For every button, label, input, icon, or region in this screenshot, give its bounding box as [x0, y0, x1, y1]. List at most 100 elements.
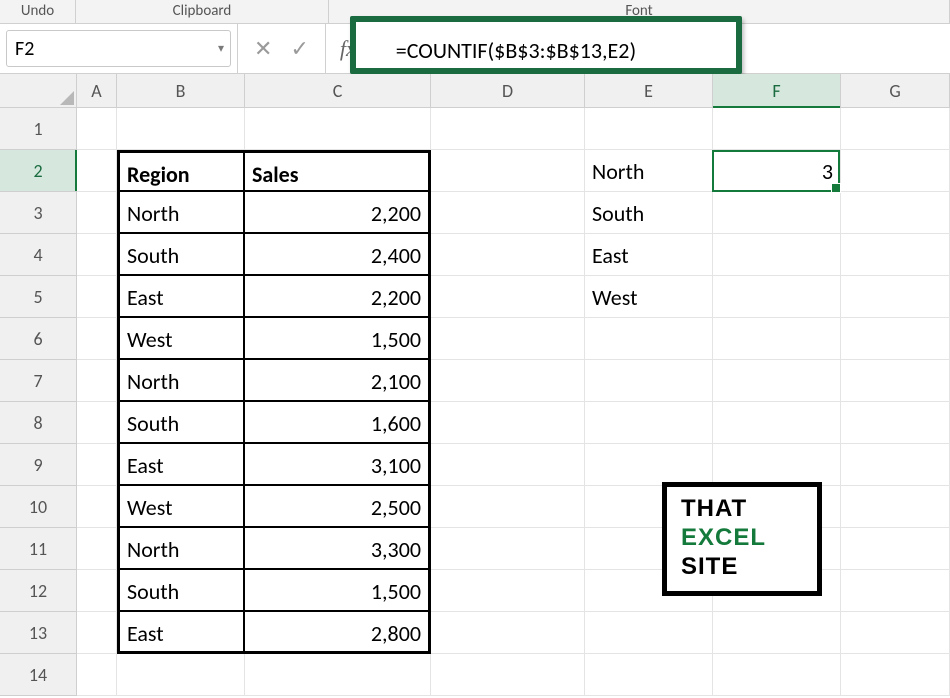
cell-d4[interactable]	[431, 234, 585, 276]
cell-g8[interactable]	[841, 402, 950, 444]
cell-c1[interactable]	[245, 108, 431, 150]
row-header-4[interactable]: 4	[0, 234, 77, 276]
cell-a12[interactable]	[77, 570, 117, 612]
cell-f7[interactable]	[713, 360, 841, 402]
row-header-14[interactable]: 14	[0, 654, 77, 696]
cell-g12[interactable]	[841, 570, 950, 612]
fx-icon[interactable]: fx	[326, 24, 366, 73]
row-header-2[interactable]: 2	[0, 150, 77, 192]
col-header-b[interactable]: B	[117, 74, 245, 107]
cell-g7[interactable]	[841, 360, 950, 402]
row-header-1[interactable]: 1	[0, 108, 77, 150]
cell-f9[interactable]	[713, 444, 841, 486]
col-header-a[interactable]: A	[77, 74, 117, 107]
cell-a13[interactable]	[77, 612, 117, 654]
cell-e3[interactable]: South	[585, 192, 713, 234]
row-header-13[interactable]: 13	[0, 612, 77, 654]
formula-bar[interactable]: =COUNTIF($B$3:$B$13,E2)	[366, 24, 950, 73]
cell-a8[interactable]	[77, 402, 117, 444]
row-header-9[interactable]: 9	[0, 444, 77, 486]
cell-a10[interactable]	[77, 486, 117, 528]
cell-f8[interactable]	[713, 402, 841, 444]
cell-g11[interactable]	[841, 528, 950, 570]
cell-f6[interactable]	[713, 318, 841, 360]
chevron-down-icon[interactable]: ▾	[218, 41, 224, 56]
row-header-8[interactable]: 8	[0, 402, 77, 444]
cell-f3[interactable]	[713, 192, 841, 234]
cell-c4[interactable]: 2,400	[245, 234, 431, 276]
cell-e8[interactable]	[585, 402, 713, 444]
cell-c8[interactable]: 1,600	[245, 402, 431, 444]
cell-g1[interactable]	[841, 108, 950, 150]
cell-d10[interactable]	[431, 486, 585, 528]
col-header-d[interactable]: D	[431, 74, 585, 107]
cell-c5[interactable]: 2,200	[245, 276, 431, 318]
row-header-12[interactable]: 12	[0, 570, 77, 612]
cell-e5[interactable]: West	[585, 276, 713, 318]
row-header-10[interactable]: 10	[0, 486, 77, 528]
cell-b8[interactable]: South	[117, 402, 245, 444]
col-header-e[interactable]: E	[585, 74, 713, 107]
col-header-f[interactable]: F	[713, 74, 841, 107]
cell-f2[interactable]: 3	[713, 150, 841, 192]
cell-d3[interactable]	[431, 192, 585, 234]
cell-b9[interactable]: East	[117, 444, 245, 486]
cell-b7[interactable]: North	[117, 360, 245, 402]
cell-c9[interactable]: 3,100	[245, 444, 431, 486]
enter-icon[interactable]: ✓	[290, 35, 308, 62]
select-all-corner[interactable]	[0, 74, 77, 107]
col-header-c[interactable]: C	[245, 74, 431, 107]
cell-d5[interactable]	[431, 276, 585, 318]
cell-g2[interactable]	[841, 150, 950, 192]
cell-b12[interactable]: South	[117, 570, 245, 612]
cell-b13[interactable]: East	[117, 612, 245, 654]
cell-b2[interactable]: Region	[117, 150, 245, 192]
cell-f14[interactable]	[713, 654, 841, 696]
cell-e9[interactable]	[585, 444, 713, 486]
cell-c7[interactable]: 2,100	[245, 360, 431, 402]
cell-g14[interactable]	[841, 654, 950, 696]
cell-c13[interactable]: 2,800	[245, 612, 431, 654]
cell-a3[interactable]	[77, 192, 117, 234]
cell-d11[interactable]	[431, 528, 585, 570]
cell-e14[interactable]	[585, 654, 713, 696]
cell-b6[interactable]: West	[117, 318, 245, 360]
cell-g9[interactable]	[841, 444, 950, 486]
cell-c6[interactable]: 1,500	[245, 318, 431, 360]
cell-g13[interactable]	[841, 612, 950, 654]
cell-e1[interactable]	[585, 108, 713, 150]
cell-e2[interactable]: North	[585, 150, 713, 192]
cell-d1[interactable]	[431, 108, 585, 150]
cell-f5[interactable]	[713, 276, 841, 318]
cell-e7[interactable]	[585, 360, 713, 402]
cell-g5[interactable]	[841, 276, 950, 318]
col-header-g[interactable]: G	[841, 74, 950, 107]
cell-b14[interactable]	[117, 654, 245, 696]
cell-a4[interactable]	[77, 234, 117, 276]
cell-d12[interactable]	[431, 570, 585, 612]
cell-e13[interactable]	[585, 612, 713, 654]
cell-a7[interactable]	[77, 360, 117, 402]
cell-a2[interactable]	[77, 150, 117, 192]
cell-b4[interactable]: South	[117, 234, 245, 276]
cell-d2[interactable]	[431, 150, 585, 192]
cell-a14[interactable]	[77, 654, 117, 696]
cell-c2[interactable]: Sales	[245, 150, 431, 192]
cell-e4[interactable]: East	[585, 234, 713, 276]
cancel-icon[interactable]: ✕	[254, 35, 272, 62]
cell-b5[interactable]: East	[117, 276, 245, 318]
cell-d6[interactable]	[431, 318, 585, 360]
cell-a6[interactable]	[77, 318, 117, 360]
row-header-11[interactable]: 11	[0, 528, 77, 570]
cell-c3[interactable]: 2,200	[245, 192, 431, 234]
cell-c11[interactable]: 3,300	[245, 528, 431, 570]
cell-a1[interactable]	[77, 108, 117, 150]
cell-d8[interactable]	[431, 402, 585, 444]
cell-g10[interactable]	[841, 486, 950, 528]
row-header-5[interactable]: 5	[0, 276, 77, 318]
cell-g4[interactable]	[841, 234, 950, 276]
cell-d7[interactable]	[431, 360, 585, 402]
cell-f4[interactable]	[713, 234, 841, 276]
cell-c10[interactable]: 2,500	[245, 486, 431, 528]
cell-f13[interactable]	[713, 612, 841, 654]
